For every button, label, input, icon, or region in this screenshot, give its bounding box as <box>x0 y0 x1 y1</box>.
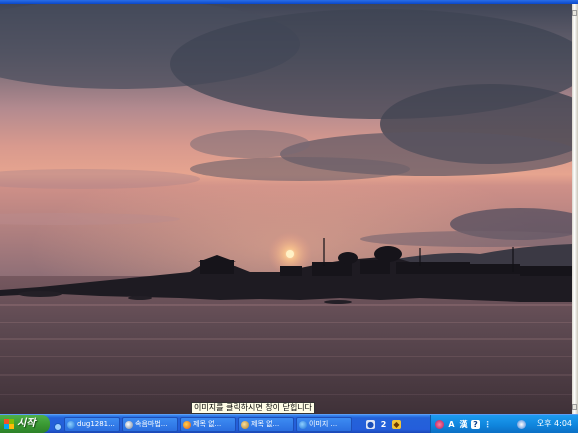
clock[interactable]: 오후 4:04 <box>537 415 572 433</box>
task-button-image[interactable]: 이미지 ... <box>296 417 352 432</box>
windows-logo-icon <box>4 419 14 429</box>
task-button-untitled-2[interactable]: 제목 없... <box>238 417 294 432</box>
task-button-dug1281[interactable]: dug1281... <box>64 417 120 432</box>
task-label: 속음마법... <box>135 420 168 428</box>
ime-hanja[interactable]: 漢 <box>459 420 468 429</box>
ie-icon <box>299 420 307 429</box>
sun <box>286 250 294 258</box>
sunset-photo[interactable] <box>0 4 572 414</box>
status-ball-icon[interactable] <box>435 419 444 429</box>
ime-toggle-icon[interactable]: ⋮ <box>483 420 492 429</box>
start-label: 시작 <box>17 418 36 429</box>
task-buttons: dug1281... 속음마법... 제목 없... 제목 없... 이미지 .… <box>64 417 352 432</box>
network-icon[interactable]: ● <box>366 419 375 429</box>
task-label: 제목 없... <box>251 420 280 428</box>
task-button-magic[interactable]: 속음마법... <box>122 417 178 432</box>
badge-number[interactable]: 2 <box>379 420 388 429</box>
magnifier-icon <box>125 420 133 429</box>
task-button-untitled-1[interactable]: 제목 없... <box>180 417 236 432</box>
desktop-screen: 이미지를 클릭하시면 창이 닫힙니다 시작 dug1281... 속음마법... <box>0 0 578 433</box>
image-viewer[interactable] <box>0 4 572 414</box>
ime-letter[interactable]: A <box>447 420 456 429</box>
shield-icon[interactable]: ◆ <box>392 419 401 429</box>
close-hint-caption: 이미지를 클릭하시면 창이 닫힙니다 <box>191 402 316 414</box>
scroll-up-arrow[interactable] <box>572 10 577 16</box>
help-icon[interactable]: ? <box>471 419 480 429</box>
taskbar: 시작 dug1281... 속음마법... 제목 없... 제목 없... 이미… <box>0 414 578 433</box>
task-label: 제목 없... <box>193 420 222 428</box>
quick-launch-divider <box>53 418 63 431</box>
ie-icon <box>67 420 75 429</box>
window-right-border <box>572 4 578 414</box>
toolbar-tray: ● 2 ◆ <box>366 418 401 430</box>
speaker-icon[interactable] <box>517 419 526 429</box>
scroll-down-arrow[interactable] <box>572 404 577 410</box>
notification-area: A 漢 ? ⋮ 오후 4:04 <box>430 415 578 433</box>
notepad-icon <box>241 420 249 429</box>
task-label: dug1281... <box>77 420 115 428</box>
task-label: 이미지 ... <box>309 420 338 428</box>
firefox-icon <box>183 420 191 429</box>
start-button[interactable]: 시작 <box>0 415 50 433</box>
